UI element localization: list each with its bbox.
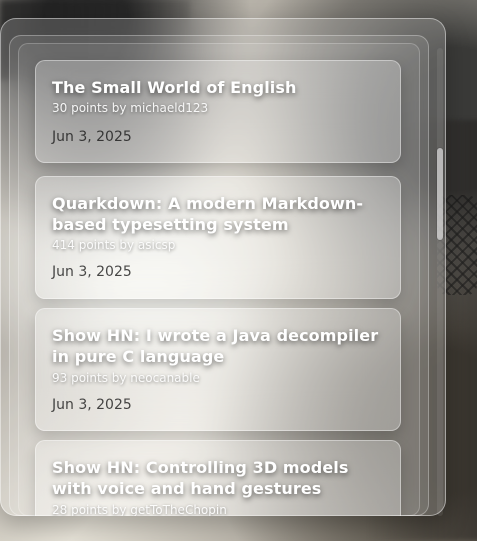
news-card-4[interactable]: Show HN: Controlling 3D models with voic…: [35, 440, 401, 516]
news-card-title: Show HN: Controlling 3D models with voic…: [52, 458, 349, 498]
news-card-meta: 30 points by michaeld123: [52, 101, 209, 115]
scrollbar-thumb[interactable]: [437, 148, 443, 240]
news-card-date: Jun 3, 2025: [52, 397, 132, 413]
news-feed-scroll-area[interactable]: The Small World of English 30 points by …: [18, 52, 428, 516]
news-card-1[interactable]: The Small World of English 30 points by …: [35, 60, 401, 163]
news-card-date: Jun 3, 2025: [52, 129, 132, 145]
news-card-title: Quarkdown: A modern Markdown-based types…: [52, 194, 364, 234]
news-card-title: The Small World of English: [52, 78, 297, 97]
news-card-meta: 93 points by neocanable: [52, 371, 200, 385]
news-card-meta: 28 points by getToTheChopin: [52, 503, 227, 516]
scrollbar-track[interactable]: [437, 48, 443, 516]
news-card-3[interactable]: Show HN: I wrote a Java decompiler in pu…: [35, 308, 401, 431]
news-card-2[interactable]: Quarkdown: A modern Markdown-based types…: [35, 176, 401, 299]
news-card-title: Show HN: I wrote a Java decompiler in pu…: [52, 326, 379, 366]
news-card-meta: 414 points by asicsp: [52, 238, 176, 252]
news-card-date: Jun 3, 2025: [52, 264, 132, 280]
